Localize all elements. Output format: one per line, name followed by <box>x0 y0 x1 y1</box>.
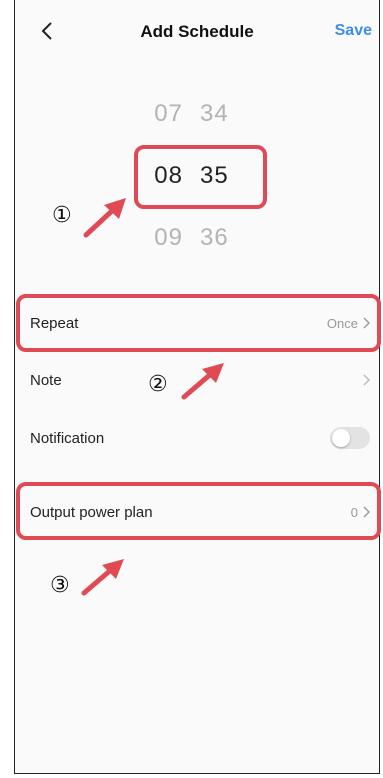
chevron-right-icon <box>363 374 370 386</box>
annotation-marker-2: ② <box>148 372 168 397</box>
output-plan-label: Output power plan <box>30 503 153 521</box>
notification-label: Notification <box>30 429 105 447</box>
toggle-knob <box>332 429 350 447</box>
chevron-right-icon <box>363 506 370 518</box>
time-picker-next-row[interactable]: 09 36 <box>0 224 383 252</box>
page-title: Add Schedule <box>140 22 254 41</box>
annotation-marker-3: ③ <box>50 573 70 598</box>
notification-row: Notification <box>30 418 370 458</box>
time-picker-selected-row[interactable]: 08 35 <box>0 162 383 190</box>
time-picker-prev-row[interactable]: 07 34 <box>0 100 383 128</box>
arrow-icon <box>181 363 224 400</box>
output-power-plan-row[interactable]: Output power plan 0 <box>30 492 370 532</box>
prev-minute: 34 <box>199 100 229 127</box>
arrow-icon <box>81 559 124 596</box>
repeat-row[interactable]: Repeat Once <box>30 303 370 343</box>
header-bar: Add Schedule Save <box>14 0 380 66</box>
arrow-icon <box>83 198 126 238</box>
note-label: Note <box>30 371 62 389</box>
prev-hour: 07 <box>154 100 183 127</box>
output-plan-value: 0 <box>350 504 358 520</box>
repeat-value: Once <box>326 315 358 331</box>
selected-hour: 08 <box>154 162 183 189</box>
next-hour: 09 <box>154 224 183 251</box>
repeat-label: Repeat <box>30 314 79 332</box>
save-button[interactable]: Save <box>335 22 372 40</box>
annotation-marker-1: ① <box>52 203 72 228</box>
chevron-right-icon <box>363 317 370 329</box>
notification-toggle[interactable] <box>330 427 370 449</box>
next-minute: 36 <box>199 224 229 251</box>
selected-minute: 35 <box>199 162 229 189</box>
